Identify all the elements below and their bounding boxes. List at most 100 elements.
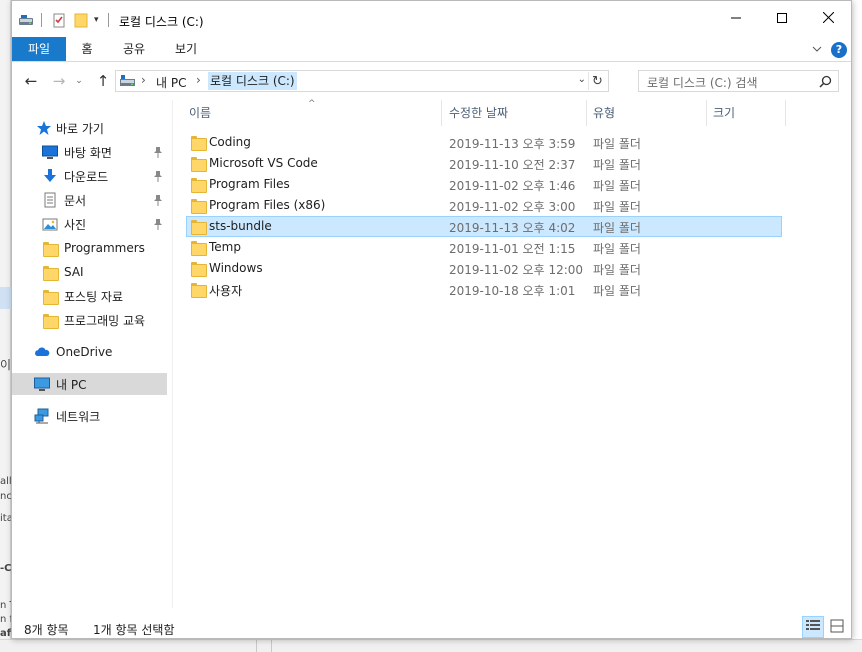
background-text: 이 xyxy=(0,358,11,372)
drive-icon xyxy=(120,75,136,87)
address-dropdown-icon[interactable]: ⌄ xyxy=(578,74,586,85)
background-text: nc xyxy=(0,491,11,502)
star-icon xyxy=(36,120,52,136)
file-type: 파일 폴더 xyxy=(593,263,641,277)
nav-label: OneDrive xyxy=(56,345,113,359)
folder-icon xyxy=(191,135,207,151)
arrow-right-icon: → xyxy=(52,72,66,90)
column-header-modified[interactable]: 수정한 날짜 xyxy=(449,100,585,126)
nav-network[interactable]: 네트워크 xyxy=(12,405,167,427)
nav-label: SAI xyxy=(64,265,84,279)
folder-icon xyxy=(191,261,207,277)
pin-icon[interactable] xyxy=(153,170,163,182)
close-icon xyxy=(822,11,834,26)
nav-folder-posting[interactable]: 포스팅 자료 xyxy=(12,285,167,307)
search-icon[interactable] xyxy=(819,75,832,88)
customize-toolbar-button[interactable]: ▾ xyxy=(94,11,99,29)
file-type: 파일 폴더 xyxy=(593,137,641,151)
forward-button[interactable]: → xyxy=(48,70,70,92)
breadcrumb-separator-icon[interactable]: › xyxy=(196,73,201,87)
tab-view[interactable]: 보기 xyxy=(166,37,206,61)
title-bar[interactable]: ▾ 로컬 디스크 (C:) xyxy=(12,1,851,37)
nav-label: 사진 xyxy=(64,217,87,232)
file-type: 파일 폴더 xyxy=(593,200,641,214)
recent-locations-button[interactable]: ⌄ xyxy=(72,70,86,92)
navigation-bar: ← → ⌄ ↑ › 내 PC › 로컬 디스크 (C:) ⌄ ↻ 로컬 디스크 … xyxy=(12,62,851,100)
up-button[interactable]: ↑ xyxy=(92,70,114,92)
new-folder-button[interactable] xyxy=(73,11,89,29)
file-row[interactable]: Windows 2019-11-02 오후 12:00 파일 폴더 xyxy=(186,258,782,279)
expand-ribbon-button[interactable] xyxy=(811,43,823,55)
close-button[interactable] xyxy=(805,1,851,37)
nav-label: 프로그래밍 교육 xyxy=(64,313,146,328)
file-row[interactable]: Temp 2019-11-01 오전 1:15 파일 폴더 xyxy=(186,237,782,258)
file-row[interactable]: Microsoft VS Code 2019-11-10 오전 2:37 파일 … xyxy=(186,153,782,174)
pin-icon[interactable] xyxy=(153,146,163,158)
nav-folder-programming-edu[interactable]: 프로그래밍 교육 xyxy=(12,309,167,331)
details-view-icon xyxy=(805,619,821,636)
file-date: 2019-10-18 오후 1:01 xyxy=(449,284,576,298)
download-icon xyxy=(42,168,58,184)
column-header-size[interactable]: 크기 xyxy=(713,100,783,126)
address-bar[interactable]: › 내 PC › 로컬 디스크 (C:) ⌄ ↻ xyxy=(115,70,609,92)
background-text: afe xyxy=(0,628,11,639)
computer-icon xyxy=(34,376,50,392)
nav-label: 내 PC xyxy=(56,377,87,392)
back-button[interactable]: ← xyxy=(20,70,42,92)
navigation-pane: 바로 가기 바탕 화면 다운로드 문서 사진 Programmers SAI 포… xyxy=(12,100,172,608)
maximize-button[interactable] xyxy=(759,1,805,37)
nav-pictures[interactable]: 사진 xyxy=(12,213,167,235)
folder-icon xyxy=(191,219,207,235)
background-taskbar-strip xyxy=(0,639,862,652)
arrow-left-icon: ← xyxy=(24,72,38,90)
document-icon xyxy=(42,192,58,208)
file-name: Microsoft VS Code xyxy=(209,156,318,170)
breadcrumb-separator-icon[interactable]: › xyxy=(141,73,146,87)
file-name: Temp xyxy=(209,240,241,254)
file-row[interactable]: Program Files 2019-11-02 오후 1:46 파일 폴더 xyxy=(186,174,782,195)
details-view-button[interactable] xyxy=(802,616,824,638)
folder-icon xyxy=(191,198,207,214)
column-header-type[interactable]: 유형 xyxy=(593,100,705,126)
file-row[interactable]: Program Files (x86) 2019-11-02 오후 3:00 파… xyxy=(186,195,782,216)
background-text: n T xyxy=(0,600,11,611)
column-header-name[interactable]: 이름 xyxy=(189,100,439,126)
nav-documents[interactable]: 문서 xyxy=(12,189,167,211)
pin-icon[interactable] xyxy=(153,194,163,206)
folder-icon xyxy=(43,265,59,281)
nav-folder-sai[interactable]: SAI xyxy=(12,261,167,283)
nav-quick-access[interactable]: 바로 가기 xyxy=(12,117,167,139)
file-date: 2019-11-01 오전 1:15 xyxy=(449,242,576,256)
search-input[interactable]: 로컬 디스크 (C:) 검색 xyxy=(638,70,839,92)
nav-downloads[interactable]: 다운로드 xyxy=(12,165,167,187)
breadcrumb-local-disk[interactable]: 로컬 디스크 (C:) xyxy=(208,72,297,90)
file-date: 2019-11-10 오전 2:37 xyxy=(449,158,576,172)
refresh-button[interactable]: ↻ xyxy=(588,72,606,90)
folder-icon xyxy=(191,156,207,172)
file-row[interactable]: 사용자 2019-10-18 오후 1:01 파일 폴더 xyxy=(186,279,782,300)
nav-this-pc[interactable]: 내 PC xyxy=(12,373,167,395)
nav-label: 바탕 화면 xyxy=(64,145,112,160)
nav-onedrive[interactable]: OneDrive xyxy=(12,341,167,363)
explorer-window: ▾ 로컬 디스크 (C:) 파일 홈 공유 보기 ? ← → ⌄ ↑ › 내 P… xyxy=(11,0,852,639)
new-folder-icon xyxy=(73,12,89,28)
nav-label: 바로 가기 xyxy=(56,121,104,136)
breadcrumb-this-pc[interactable]: 내 PC xyxy=(156,74,186,91)
quick-access-toolbar xyxy=(18,11,34,29)
nav-desktop[interactable]: 바탕 화면 xyxy=(12,141,167,163)
large-icons-view-button[interactable] xyxy=(826,616,848,638)
file-date: 2019-11-02 오후 1:46 xyxy=(449,179,576,193)
pin-icon[interactable] xyxy=(153,218,163,230)
tab-home[interactable]: 홈 xyxy=(70,37,104,61)
file-row-selected[interactable]: sts-bundle 2019-11-13 오후 4:02 파일 폴더 xyxy=(186,216,782,237)
tab-share[interactable]: 공유 xyxy=(114,37,154,61)
nav-folder-programmers[interactable]: Programmers xyxy=(12,237,167,259)
file-date: 2019-11-13 오후 4:02 xyxy=(449,221,576,235)
background-text: all xyxy=(0,476,11,487)
help-button[interactable]: ? xyxy=(831,42,847,58)
file-name: Coding xyxy=(209,135,251,149)
tab-file[interactable]: 파일 xyxy=(12,37,66,61)
minimize-button[interactable] xyxy=(713,1,759,37)
file-row[interactable]: Coding 2019-11-13 오후 3:59 파일 폴더 xyxy=(186,132,782,153)
properties-button[interactable] xyxy=(51,11,67,29)
